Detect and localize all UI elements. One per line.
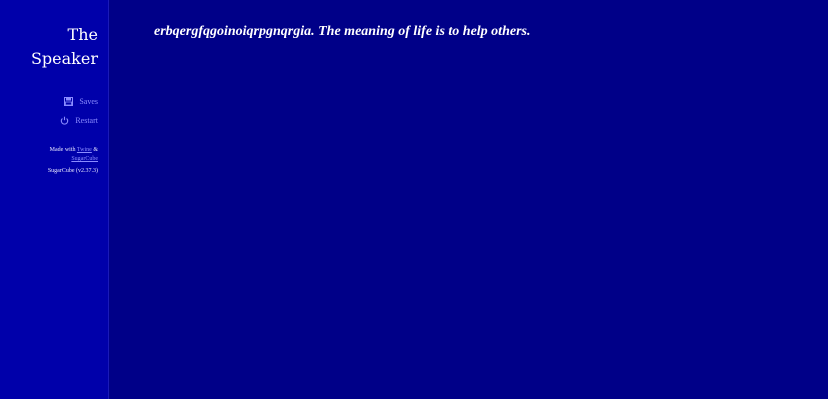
ui-bar: The Speaker Saves Restart Made with Twin… xyxy=(0,0,109,399)
restart-menu-item[interactable]: Restart xyxy=(59,111,98,130)
story-credits: Made with Twine & SugarCube SugarCube (v… xyxy=(3,146,98,176)
story-title: The Speaker xyxy=(30,25,98,68)
saves-icon xyxy=(63,97,73,107)
made-with-text: Made with xyxy=(49,147,76,153)
ampersand-text: & xyxy=(93,147,98,153)
restart-label: Restart xyxy=(75,115,98,125)
twine-link[interactable]: Twine xyxy=(77,147,92,153)
passage-text: erbqergfqgoinoiqrpgnqrgia. The meaning o… xyxy=(154,24,531,39)
saves-menu-item[interactable]: Saves xyxy=(59,92,98,111)
restart-icon xyxy=(59,116,69,126)
saves-label: Saves xyxy=(79,96,98,106)
version-text: SugarCube (v2.37.3) xyxy=(47,168,98,174)
made-with-line: Made with Twine & SugarCube xyxy=(3,146,98,164)
sugarcube-link[interactable]: SugarCube xyxy=(71,156,98,162)
ui-bar-menu: Saves Restart xyxy=(59,92,98,130)
